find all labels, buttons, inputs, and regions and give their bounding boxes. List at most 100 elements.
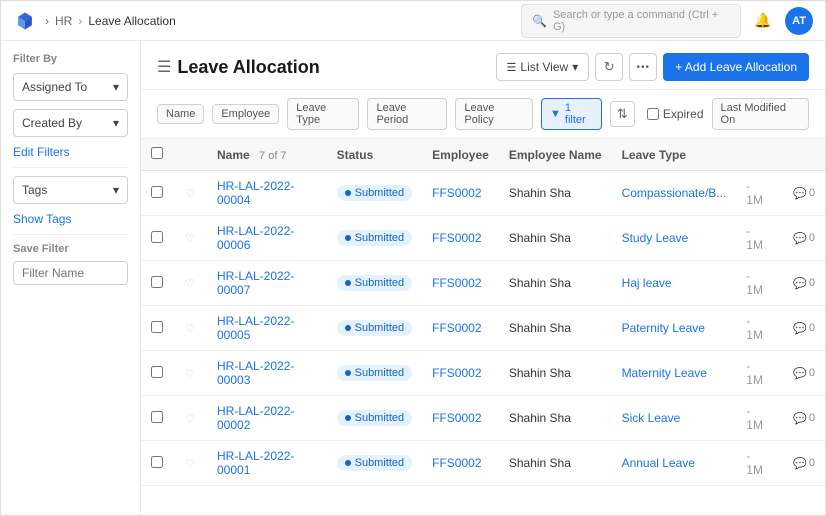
- add-leave-allocation-button[interactable]: + Add Leave Allocation: [663, 53, 809, 81]
- refresh-button[interactable]: ↻: [595, 53, 623, 81]
- row-employee-name-cell: Shahin Sha: [499, 171, 612, 216]
- status-badge: Submitted: [337, 185, 413, 201]
- record-link[interactable]: HR-LAL-2022-00005: [217, 314, 294, 342]
- row-employee-cell: FFS0002: [422, 216, 499, 261]
- row-heart-cell: ♡: [173, 216, 207, 261]
- sort-icon: ⇅: [617, 106, 628, 122]
- favorite-icon[interactable]: ♡: [183, 367, 197, 381]
- record-link[interactable]: HR-LAL-2022-00007: [217, 269, 294, 297]
- active-filter-badge[interactable]: ▼ 1 filter: [541, 98, 602, 130]
- show-tags-link[interactable]: Show Tags: [13, 212, 128, 226]
- row-checkbox-cell: [141, 306, 173, 351]
- expired-checkbox[interactable]: [647, 108, 659, 120]
- favorite-icon[interactable]: ♡: [183, 322, 197, 336]
- record-link[interactable]: HR-LAL-2022-00001: [217, 449, 294, 477]
- filter-name-chip[interactable]: Name: [157, 104, 204, 124]
- leave-type-link[interactable]: Haj leave: [622, 276, 672, 290]
- created-by-chevron-icon: ▾: [113, 116, 119, 130]
- row-employee-name-cell: Shahin Sha: [499, 216, 612, 261]
- row-checkbox[interactable]: [151, 411, 163, 423]
- edit-filters-link[interactable]: Edit Filters: [13, 145, 128, 159]
- row-checkbox[interactable]: [151, 276, 163, 288]
- tags-chevron-icon: ▾: [113, 183, 119, 197]
- sort-button[interactable]: ⇅: [610, 101, 635, 127]
- record-link[interactable]: HR-LAL-2022-00004: [217, 179, 294, 207]
- filter-leave-period-chip[interactable]: Leave Period: [367, 98, 447, 130]
- row-heart-cell: ♡: [173, 396, 207, 441]
- record-link[interactable]: HR-LAL-2022-00002: [217, 404, 294, 432]
- count-badge: 💬 0: [793, 277, 815, 290]
- leave-type-link[interactable]: Annual Leave: [622, 456, 695, 470]
- list-view-button[interactable]: ☰ List View ▾: [496, 53, 590, 81]
- list-icon: ☰: [507, 61, 517, 74]
- filter-leave-type-chip[interactable]: Leave Type: [287, 98, 359, 130]
- employee-link[interactable]: FFS0002: [432, 231, 481, 245]
- row-id-cell: HR-LAL-2022-00006: [207, 216, 327, 261]
- assigned-to-dropdown[interactable]: Assigned To ▾: [13, 73, 128, 101]
- favorite-icon[interactable]: ♡: [183, 232, 197, 246]
- filter-employee-chip[interactable]: Employee: [212, 104, 279, 124]
- row-id-cell: HR-LAL-2022-00004: [207, 171, 327, 216]
- status-dot: [345, 370, 351, 376]
- record-link[interactable]: HR-LAL-2022-00003: [217, 359, 294, 387]
- app-logo[interactable]: [13, 9, 37, 33]
- select-all-checkbox[interactable]: [151, 147, 163, 159]
- employee-link[interactable]: FFS0002: [432, 411, 481, 425]
- count-badge: 💬 0: [793, 457, 815, 470]
- employee-link[interactable]: FFS0002: [432, 276, 481, 290]
- table-wrapper: Name 7 of 7 Status Employee Employee Nam…: [141, 139, 825, 515]
- row-checkbox[interactable]: [151, 186, 163, 198]
- th-employee-name: Employee Name: [499, 139, 612, 171]
- table-row: ♡ HR-LAL-2022-00006 Submitted FFS0002 Sh…: [141, 216, 825, 261]
- created-by-dropdown[interactable]: Created By ▾: [13, 109, 128, 137]
- employee-link[interactable]: FFS0002: [432, 456, 481, 470]
- row-employee-cell: FFS0002: [422, 396, 499, 441]
- record-link[interactable]: HR-LAL-2022-00006: [217, 224, 294, 252]
- status-dot: [345, 460, 351, 466]
- favorite-icon[interactable]: ♡: [183, 187, 197, 201]
- row-checkbox-cell: [141, 351, 173, 396]
- tags-dropdown[interactable]: Tags ▾: [13, 176, 128, 204]
- comment-icon: 💬: [793, 367, 807, 380]
- row-checkbox[interactable]: [151, 321, 163, 333]
- row-status-cell: Submitted: [327, 171, 423, 216]
- employee-link[interactable]: FFS0002: [432, 366, 481, 380]
- employee-link[interactable]: FFS0002: [432, 321, 481, 335]
- row-status-cell: Submitted: [327, 216, 423, 261]
- row-checkbox[interactable]: [151, 231, 163, 243]
- favorite-icon[interactable]: ♡: [183, 457, 197, 471]
- notifications-button[interactable]: 🔔: [749, 7, 777, 35]
- row-heart-cell: ♡: [173, 306, 207, 351]
- leave-type-link[interactable]: Sick Leave: [622, 411, 681, 425]
- more-options-button[interactable]: •••: [629, 53, 657, 81]
- row-employee-cell: FFS0002: [422, 441, 499, 486]
- last-modified-button[interactable]: Last Modified On: [712, 98, 809, 130]
- row-checkbox[interactable]: [151, 456, 163, 468]
- search-bar[interactable]: 🔍 Search or type a command (Ctrl + G): [521, 4, 741, 38]
- row-count-cell: 💬 0: [783, 396, 825, 441]
- leave-type-link[interactable]: Compassionate/B...: [622, 186, 727, 200]
- user-avatar[interactable]: AT: [785, 7, 813, 35]
- hamburger-icon[interactable]: ☰: [157, 57, 171, 77]
- leave-type-link[interactable]: Maternity Leave: [622, 366, 707, 380]
- row-id-cell: HR-LAL-2022-00005: [207, 306, 327, 351]
- row-checkbox[interactable]: [151, 366, 163, 378]
- favorite-icon[interactable]: ♡: [183, 277, 197, 291]
- table-body: ♡ HR-LAL-2022-00004 Submitted FFS0002 Sh…: [141, 171, 825, 486]
- leave-type-link[interactable]: Paternity Leave: [622, 321, 705, 335]
- row-leave-type-cell: Study Leave: [612, 216, 737, 261]
- th-status: Status: [327, 139, 423, 171]
- filter-leave-policy-chip[interactable]: Leave Policy: [455, 98, 533, 130]
- filter-row: Name Employee Leave Type Leave Period Le…: [141, 90, 825, 139]
- favorite-icon[interactable]: ♡: [183, 412, 197, 426]
- row-checkbox-cell: [141, 441, 173, 486]
- filter-name-input[interactable]: [13, 261, 128, 285]
- th-count: [783, 139, 825, 171]
- employee-link[interactable]: FFS0002: [432, 186, 481, 200]
- leave-type-link[interactable]: Study Leave: [622, 231, 689, 245]
- navbar: › HR › Leave Allocation 🔍 Search or type…: [1, 1, 825, 41]
- row-heart-cell: ♡: [173, 351, 207, 396]
- status-badge: Submitted: [337, 320, 413, 336]
- row-id-cell: HR-LAL-2022-00002: [207, 396, 327, 441]
- breadcrumb-hr[interactable]: HR: [55, 14, 72, 28]
